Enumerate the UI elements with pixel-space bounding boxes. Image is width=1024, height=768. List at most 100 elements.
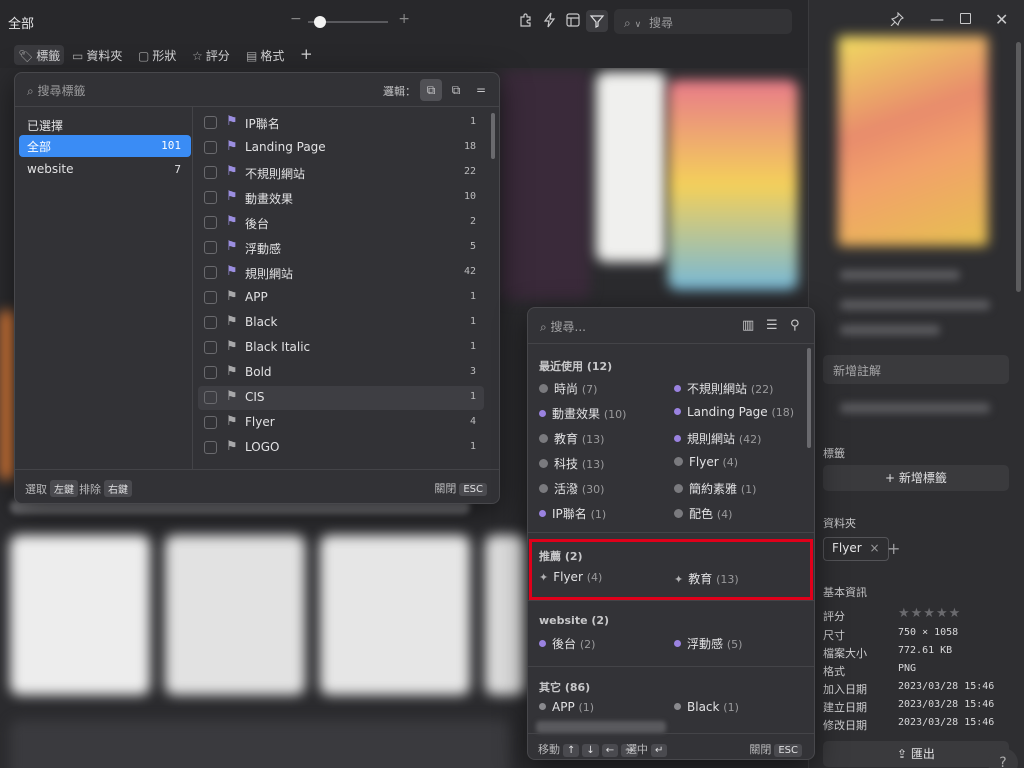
website-tag[interactable]: 後台 (2) <box>539 635 595 652</box>
star-icon: ☆ <box>192 49 203 63</box>
tag-row[interactable]: ⚑ IP聯名 1 <box>198 111 484 135</box>
group-item-website[interactable]: website 7 <box>19 159 191 181</box>
hint-exclude: 排除 右鍵 <box>79 480 132 497</box>
group-item-all[interactable]: 全部 101 <box>19 135 191 157</box>
checkbox[interactable] <box>204 341 217 354</box>
recent-tag[interactable]: Flyer (4) <box>674 455 738 469</box>
selected-header[interactable]: 已選擇 <box>27 117 63 134</box>
logic-or-icon[interactable]: ⧉ <box>445 79 467 101</box>
checkbox[interactable] <box>204 116 217 129</box>
website-tag[interactable]: 浮動感 (5) <box>674 635 742 652</box>
info-row-format: 格式 PNG <box>823 663 917 678</box>
global-search-input[interactable]: ⌕ ∨ 搜尋 <box>614 9 792 34</box>
inspector-scrollbar[interactable] <box>1016 42 1021 292</box>
remove-icon[interactable]: × <box>869 541 879 555</box>
recent-tag[interactable]: 不規則網站 (22) <box>674 380 773 397</box>
tag-row[interactable]: ⚑ 規則網站 42 <box>198 261 484 285</box>
info-row-added: 加入日期 2023/03/28 15:46 <box>823 681 995 696</box>
quick-search-input[interactable]: ⌕ 搜尋... <box>540 318 586 335</box>
checkbox[interactable] <box>204 441 217 454</box>
zoom-in-icon[interactable]: + <box>398 11 410 27</box>
checkbox[interactable] <box>204 316 217 329</box>
checkbox[interactable] <box>204 216 217 229</box>
minimize-icon[interactable]: — <box>930 12 944 28</box>
hint-close: 關閉 ESC <box>434 480 487 496</box>
checkbox[interactable] <box>204 416 217 429</box>
zoom-knob[interactable] <box>314 16 326 28</box>
checkbox[interactable] <box>204 291 217 304</box>
breadcrumb[interactable]: 全部 <box>8 13 34 32</box>
blurred-thumbnail <box>500 70 590 300</box>
recent-tag[interactable]: 動畫效果 (10) <box>539 405 626 422</box>
bookmark-icon: 🏷 <box>18 49 34 63</box>
tag-row[interactable]: ⚑ Black 1 <box>198 311 484 335</box>
puzzle-icon[interactable] <box>517 12 535 30</box>
checkbox[interactable] <box>204 241 217 254</box>
checkbox[interactable] <box>204 391 217 404</box>
close-window-icon[interactable]: ✕ <box>995 10 1008 29</box>
recent-tag[interactable]: IP聯名 (1) <box>539 505 606 522</box>
recent-tag[interactable]: 教育 (13) <box>539 430 604 447</box>
filter-shape[interactable]: ▢ 形狀 <box>134 45 180 65</box>
search-scope-dropdown[interactable]: ∨ <box>635 20 642 30</box>
checkbox[interactable] <box>204 141 217 154</box>
filter-format[interactable]: ▤ 格式 <box>242 45 288 65</box>
recent-tag[interactable]: 活潑 (30) <box>539 480 604 497</box>
tag-list-scrollbar[interactable] <box>491 113 495 159</box>
other-tag[interactable]: APP (1) <box>539 700 594 714</box>
tag-row[interactable]: ⚑ LOGO 1 <box>198 436 484 460</box>
pin-icon[interactable]: ⚲ <box>790 318 800 333</box>
tag-row[interactable]: ⚑ APP 1 <box>198 286 484 310</box>
logic-equal-icon[interactable]: = <box>470 79 492 101</box>
other-tag[interactable]: Black (1) <box>674 700 739 714</box>
pin-icon[interactable] <box>890 11 904 29</box>
folder-chip[interactable]: Flyer × <box>823 537 889 561</box>
tags-section-label: 標籤 <box>823 447 845 460</box>
settings-sliders-icon[interactable]: ☰ <box>766 318 778 333</box>
tag-row[interactable]: ⚑ Bold 3 <box>198 361 484 385</box>
zoom-out-icon[interactable]: − <box>290 11 302 27</box>
recent-tag[interactable]: 配色 (4) <box>674 505 732 522</box>
search-icon: ⌕ <box>624 16 631 30</box>
lightning-icon[interactable] <box>541 12 559 30</box>
add-folder-icon[interactable]: + <box>887 539 900 558</box>
tag-row[interactable]: ⚑ Landing Page 18 <box>198 136 484 160</box>
filter-icon[interactable] <box>586 10 608 32</box>
add-tag-button[interactable]: + 新增標籤 <box>823 465 1009 491</box>
tag-row[interactable]: ⚑ 浮動感 5 <box>198 236 484 260</box>
export-button[interactable]: ⇪ 匯出 <box>823 741 1009 767</box>
tag-row[interactable]: ⚑ Flyer 4 <box>198 411 484 435</box>
filter-folders[interactable]: ▭ 資料夾 <box>68 45 126 65</box>
tag-row[interactable]: ⚑ 不規則網站 22 <box>198 161 484 185</box>
sidebar-toggle-icon[interactable]: ▥ <box>742 318 754 333</box>
checkbox[interactable] <box>204 266 217 279</box>
layout-icon[interactable] <box>564 12 582 30</box>
bookmark-icon: ⚑ <box>226 389 238 404</box>
add-note-input[interactable]: 新增註解 <box>823 355 1009 384</box>
recent-tag[interactable]: 規則網站 (42) <box>674 430 761 447</box>
tag-row[interactable]: ⚑ 動畫效果 10 <box>198 186 484 210</box>
filter-tags[interactable]: 🏷 標籤 <box>14 45 65 65</box>
recent-tag[interactable]: 簡約素雅 (1) <box>674 480 756 497</box>
checkbox[interactable] <box>204 366 217 379</box>
add-filter-button[interactable]: + <box>296 43 317 63</box>
recent-tag[interactable]: 時尚 (7) <box>539 380 597 397</box>
tag-search-input[interactable]: ⌕ 搜尋標籤 <box>27 82 86 99</box>
recent-tag[interactable]: 科技 (13) <box>539 455 604 472</box>
hint-select: 選取 左鍵 <box>25 480 78 497</box>
recent-tag[interactable]: Landing Page (18) <box>674 405 794 419</box>
checkbox[interactable] <box>204 166 217 179</box>
quick-popup-scrollbar[interactable] <box>807 348 811 448</box>
logic-and-icon[interactable]: ⧉ <box>420 79 442 101</box>
blurred-url <box>840 403 990 413</box>
tag-popup-header: ⌕ 搜尋標籤 邏輯： ⧉ ⧉ = <box>15 73 499 107</box>
tag-row[interactable]: ⚑ 後台 2 <box>198 211 484 235</box>
tag-row[interactable]: ⚑ Black Italic 1 <box>198 336 484 360</box>
bookmark-icon: ⚑ <box>226 164 238 179</box>
rating-stars[interactable]: ★★★★★ <box>898 606 961 621</box>
zoom-slider[interactable]: − + <box>290 11 410 31</box>
tag-row[interactable]: ⚑ CIS 1 <box>198 386 484 410</box>
checkbox[interactable] <box>204 191 217 204</box>
maximize-icon[interactable] <box>960 13 971 24</box>
filter-rating[interactable]: ☆ 評分 <box>188 45 234 65</box>
